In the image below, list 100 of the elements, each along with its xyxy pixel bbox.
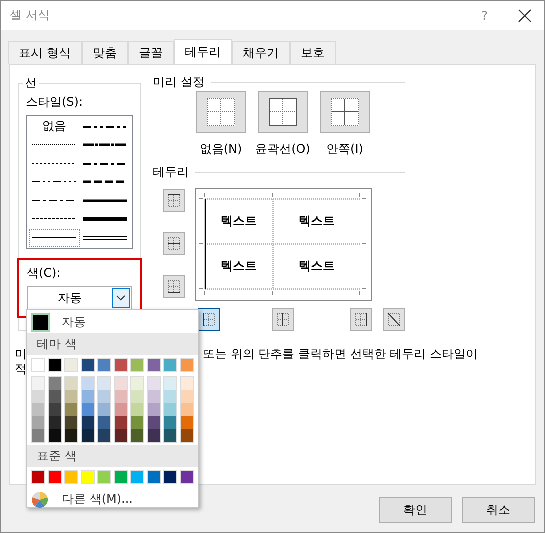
style-list[interactable]: 없음: [26, 115, 133, 249]
color-swatch[interactable]: [148, 390, 160, 403]
line-style-option[interactable]: [29, 228, 80, 247]
color-swatch[interactable]: [114, 390, 126, 403]
color-swatch[interactable]: [180, 377, 192, 390]
tab[interactable]: 채우기: [232, 41, 290, 64]
menu-item[interactable]: 다른 색(M)...: [27, 487, 198, 508]
color-swatch[interactable]: [148, 416, 160, 429]
color-swatch[interactable]: [97, 358, 111, 372]
color-swatch[interactable]: [65, 429, 77, 442]
color-swatch[interactable]: [131, 416, 143, 429]
border-toggle-button[interactable]: [163, 232, 185, 255]
color-swatch[interactable]: [114, 377, 126, 390]
color-swatch[interactable]: [114, 470, 128, 484]
color-swatch[interactable]: [114, 358, 128, 372]
color-swatch[interactable]: [114, 416, 126, 429]
color-swatch[interactable]: [80, 358, 94, 372]
color-swatch[interactable]: [65, 416, 77, 429]
color-swatch[interactable]: [32, 377, 44, 390]
tab[interactable]: 표시 형식: [8, 41, 82, 64]
tab[interactable]: 테두리: [174, 39, 232, 64]
color-swatch[interactable]: [164, 377, 176, 390]
color-swatch[interactable]: [65, 403, 77, 416]
color-swatch[interactable]: [164, 429, 176, 442]
preset-label: 윤곽선(O): [256, 141, 310, 158]
color-swatch[interactable]: [32, 403, 44, 416]
color-swatch[interactable]: [130, 470, 144, 484]
color-swatch[interactable]: [48, 403, 60, 416]
color-swatch[interactable]: [164, 390, 176, 403]
line-style-option[interactable]: 없음: [29, 117, 80, 136]
color-swatch[interactable]: [148, 377, 160, 390]
color-swatch[interactable]: [82, 377, 94, 390]
color-swatch[interactable]: [48, 470, 62, 484]
color-swatch[interactable]: [48, 377, 60, 390]
border-toggle-button[interactable]: [163, 275, 185, 298]
color-swatch[interactable]: [98, 429, 110, 442]
color-swatch[interactable]: [98, 416, 110, 429]
color-swatch[interactable]: [180, 358, 194, 372]
color-swatch[interactable]: [82, 403, 94, 416]
color-dropdown[interactable]: 자동: [27, 286, 132, 310]
color-swatch[interactable]: [48, 358, 62, 372]
color-swatch[interactable]: [32, 416, 44, 429]
color-swatch[interactable]: [48, 390, 60, 403]
color-swatch[interactable]: [180, 416, 192, 429]
color-swatch[interactable]: [82, 390, 94, 403]
color-swatch[interactable]: [180, 429, 192, 442]
color-swatch[interactable]: [64, 470, 78, 484]
color-swatch[interactable]: [32, 390, 44, 403]
cancel-button[interactable]: 취소: [462, 497, 535, 523]
border-toggle-button[interactable]: [163, 189, 185, 212]
color-swatch[interactable]: [82, 429, 94, 442]
close-icon[interactable]: [518, 8, 532, 22]
ok-button[interactable]: 확인: [379, 497, 452, 523]
border-toggle-button[interactable]: [198, 308, 220, 331]
color-swatch[interactable]: [131, 390, 143, 403]
color-swatch[interactable]: [97, 470, 111, 484]
color-swatch[interactable]: [80, 470, 94, 484]
color-swatch[interactable]: [82, 416, 94, 429]
color-swatch[interactable]: [64, 358, 78, 372]
border-toggle-button[interactable]: [383, 308, 405, 331]
color-swatch[interactable]: [163, 470, 177, 484]
color-swatch[interactable]: [31, 312, 50, 332]
color-swatch[interactable]: [164, 416, 176, 429]
color-swatch[interactable]: [180, 470, 194, 484]
color-swatch[interactable]: [32, 429, 44, 442]
menu-item[interactable]: 자동: [27, 311, 198, 333]
color-swatch[interactable]: [65, 377, 77, 390]
color-swatch[interactable]: [31, 358, 45, 372]
border-preview[interactable]: 텍스트 텍스트 텍스트 텍스트: [195, 188, 372, 301]
tab[interactable]: 맞춤: [82, 41, 128, 64]
color-swatch[interactable]: [98, 403, 110, 416]
preset-button[interactable]: [196, 91, 246, 133]
preset-button[interactable]: [258, 91, 308, 133]
color-swatch[interactable]: [31, 470, 45, 484]
color-swatch[interactable]: [65, 390, 77, 403]
color-swatch[interactable]: [98, 377, 110, 390]
color-swatch[interactable]: [131, 429, 143, 442]
color-swatch[interactable]: [146, 470, 160, 484]
color-swatch[interactable]: [148, 429, 160, 442]
tab[interactable]: 글꼴: [128, 41, 174, 64]
help-button[interactable]: ?: [482, 8, 488, 22]
color-swatch[interactable]: [98, 390, 110, 403]
color-swatch[interactable]: [131, 403, 143, 416]
color-swatch[interactable]: [130, 358, 144, 372]
preset-button[interactable]: [320, 91, 370, 133]
color-swatch[interactable]: [163, 358, 177, 372]
tab[interactable]: 보호: [290, 41, 336, 64]
caret-icon[interactable]: [112, 288, 130, 308]
color-swatch[interactable]: [180, 403, 192, 416]
color-swatch[interactable]: [146, 358, 160, 372]
color-swatch[interactable]: [48, 429, 60, 442]
color-swatch[interactable]: [148, 403, 160, 416]
color-swatch[interactable]: [164, 403, 176, 416]
border-toggle-button[interactable]: [272, 308, 294, 331]
color-swatch[interactable]: [114, 403, 126, 416]
border-toggle-button[interactable]: [350, 308, 372, 331]
color-swatch[interactable]: [131, 377, 143, 390]
color-swatch[interactable]: [48, 416, 60, 429]
color-swatch[interactable]: [114, 429, 126, 442]
color-swatch[interactable]: [180, 390, 192, 403]
